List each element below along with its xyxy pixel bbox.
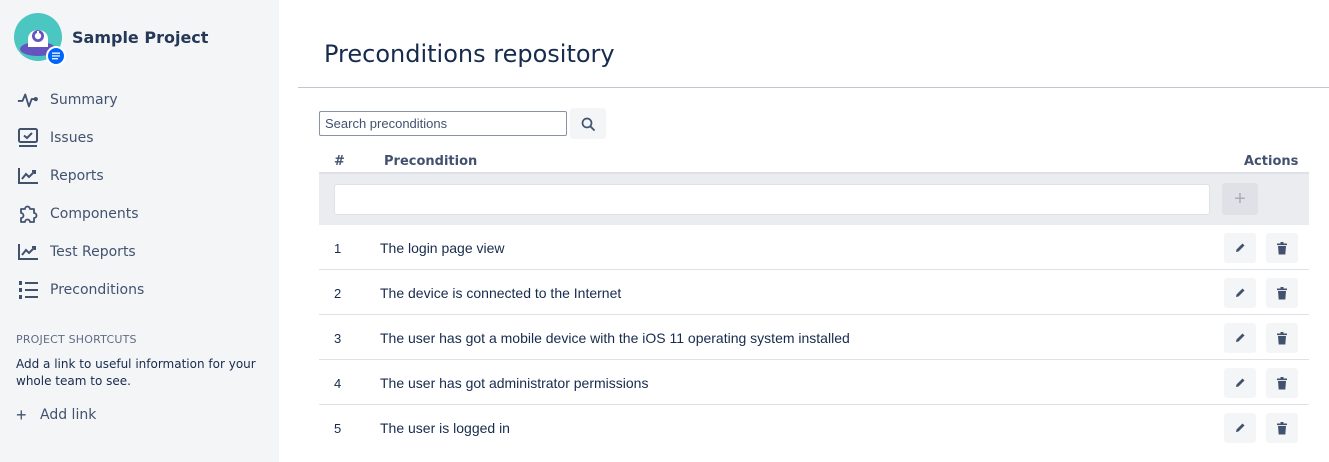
sidebar-item-preconditions[interactable]: Preconditions [0, 271, 279, 309]
sidebar-item-issues[interactable]: Issues [0, 119, 279, 157]
sidebar-item-components[interactable]: Components [0, 195, 279, 233]
edit-button[interactable] [1224, 278, 1256, 308]
delete-button[interactable] [1266, 368, 1298, 398]
shortcuts-description: Add a link to useful information for you… [16, 357, 256, 388]
row-number: 4 [334, 376, 342, 391]
plus-icon: + [1234, 187, 1246, 210]
sidebar-item-label: Reports [50, 168, 104, 184]
chart-line-icon [17, 166, 39, 186]
trash-icon [1277, 241, 1287, 254]
sidebar-item-label: Issues [50, 130, 94, 146]
pencil-icon [1236, 423, 1245, 432]
sidebar-item-reports[interactable]: Reports [0, 157, 279, 195]
precondition-text: The user is logged in [380, 420, 510, 436]
page-title: Preconditions repository [324, 40, 615, 68]
table-row: 3 The user has got a mobile device with … [319, 315, 1309, 360]
sidebar: Sample Project Summary Issues Reports Co… [0, 0, 279, 462]
add-link-button[interactable]: + Add link [16, 406, 96, 424]
document-badge-icon [46, 46, 66, 66]
shortcuts-heading: PROJECT SHORTCUTS [16, 333, 137, 346]
preconditions-table: 1 The login page view 2 The device is co… [319, 225, 1309, 450]
column-header-precondition: Precondition [384, 154, 478, 169]
search-icon [581, 117, 595, 131]
precondition-text: The user has got administrator permissio… [380, 375, 649, 391]
trash-icon [1277, 286, 1287, 299]
table-row: 1 The login page view [319, 225, 1309, 270]
pencil-icon [1236, 288, 1245, 297]
pencil-icon [1236, 333, 1245, 342]
pencil-icon [1236, 378, 1245, 387]
sidebar-nav: Summary Issues Reports Components Test R… [0, 81, 279, 309]
sidebar-item-label: Components [50, 206, 139, 222]
project-name[interactable]: Sample Project [72, 28, 208, 47]
edit-button[interactable] [1224, 323, 1256, 353]
trash-icon [1277, 421, 1287, 434]
project-header[interactable]: Sample Project [14, 13, 208, 66]
trash-icon [1277, 331, 1287, 344]
issues-icon [17, 128, 39, 148]
table-row: 4 The user has got administrator permiss… [319, 360, 1309, 405]
row-number: 5 [334, 421, 342, 436]
trash-icon [1277, 376, 1287, 389]
row-number: 2 [334, 286, 342, 301]
edit-button[interactable] [1224, 368, 1256, 398]
column-header-actions: Actions [1244, 154, 1299, 169]
edit-button[interactable] [1224, 233, 1256, 263]
table-row: 2 The device is connected to the Interne… [319, 270, 1309, 315]
sidebar-item-summary[interactable]: Summary [0, 81, 279, 119]
table-row: 5 The user is logged in [319, 405, 1309, 450]
delete-button[interactable] [1266, 278, 1298, 308]
chart-line-icon [17, 242, 39, 262]
divider [298, 87, 1329, 88]
new-precondition-input[interactable] [334, 184, 1210, 215]
add-link-label: Add link [40, 407, 97, 423]
delete-button[interactable] [1266, 413, 1298, 443]
plus-icon: + [16, 405, 27, 425]
sidebar-item-label: Summary [50, 92, 118, 108]
precondition-text: The login page view [380, 240, 505, 256]
puzzle-icon [17, 204, 39, 224]
add-precondition-row: + [319, 172, 1309, 225]
row-number: 1 [334, 241, 342, 256]
precondition-text: The user has got a mobile device with th… [380, 330, 850, 346]
search-button[interactable] [570, 108, 606, 139]
edit-button[interactable] [1224, 413, 1256, 443]
sidebar-item-label: Test Reports [50, 244, 136, 260]
project-avatar[interactable] [14, 13, 66, 66]
row-number: 3 [334, 331, 342, 346]
pencil-icon [1236, 243, 1245, 252]
column-header-number: # [334, 154, 345, 169]
pulse-icon [17, 90, 39, 110]
sidebar-item-label: Preconditions [50, 282, 145, 298]
sidebar-item-test-reports[interactable]: Test Reports [0, 233, 279, 271]
delete-button[interactable] [1266, 233, 1298, 263]
search-input[interactable] [319, 111, 567, 136]
numbered-list-icon [17, 280, 39, 300]
delete-button[interactable] [1266, 323, 1298, 353]
add-precondition-button[interactable]: + [1222, 183, 1258, 215]
precondition-text: The device is connected to the Internet [380, 285, 622, 301]
